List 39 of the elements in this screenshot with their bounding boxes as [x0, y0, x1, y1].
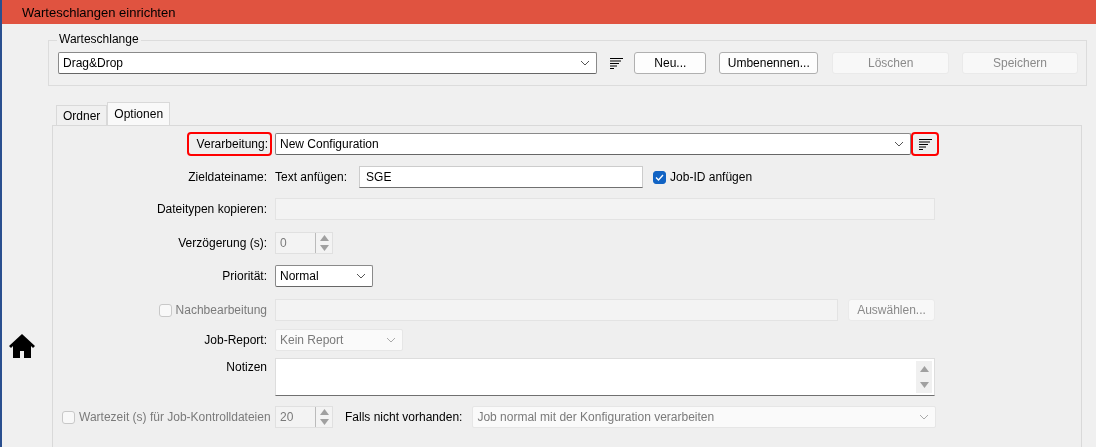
scroll-down-icon[interactable]: [919, 382, 929, 388]
checkbox-label: Wartezeit (s) für Job-Kontrolldateien: [79, 410, 271, 424]
spin-down-icon[interactable]: [319, 419, 329, 425]
chevron-down-icon: [919, 414, 930, 420]
chevron-down-icon: [356, 273, 366, 279]
sort-icon: [609, 57, 623, 69]
window-title: Warteschlangen einrichten: [22, 4, 176, 20]
sort-button[interactable]: [911, 132, 939, 156]
field-label: Falls nicht vorhanden:: [345, 410, 463, 424]
field-label: Text anfügen:: [275, 170, 348, 184]
checkbox[interactable]: [653, 170, 667, 184]
toolbar-button[interactable]: Umbenennen...: [719, 52, 819, 74]
checkbox-label: Job-ID anfügen: [670, 170, 753, 184]
priority-dropdown[interactable]: Normal: [275, 265, 373, 287]
field-label: Verzögerung (s):: [178, 236, 267, 250]
processing-dropdown[interactable]: New Configuration: [275, 133, 911, 155]
scrollbar[interactable]: [916, 361, 932, 393]
field-label: Priorität:: [222, 269, 267, 283]
field-label: Zieldateiname:: [188, 170, 267, 184]
chevron-down-icon: [386, 337, 396, 343]
notes-textarea[interactable]: [275, 358, 935, 396]
text-input[interactable]: SGE: [359, 166, 644, 188]
tab[interactable]: Ordner: [56, 105, 108, 125]
toolbar-button[interactable]: Neu...: [634, 52, 707, 74]
field-label: Verarbeitung:: [186, 132, 272, 156]
chevron-down-icon: [580, 60, 591, 66]
field-label: Notizen: [226, 359, 267, 376]
field-label: Job-Report:: [204, 333, 267, 347]
home-icon[interactable]: [8, 333, 36, 359]
check-icon: [655, 173, 665, 181]
spin-up-icon[interactable]: [319, 409, 329, 415]
group-title: Warteschlange: [57, 32, 141, 46]
chevron-down-icon: [894, 141, 904, 147]
field-label: Dateitypen kopieren:: [156, 202, 267, 216]
tab[interactable]: Optionen: [107, 102, 171, 125]
checkbox-label: Nachbearbeitung: [175, 303, 267, 317]
sort-icon: [918, 138, 932, 150]
scroll-up-icon[interactable]: [919, 366, 929, 372]
queue-dropdown[interactable]: Drag&Drop: [58, 52, 598, 74]
